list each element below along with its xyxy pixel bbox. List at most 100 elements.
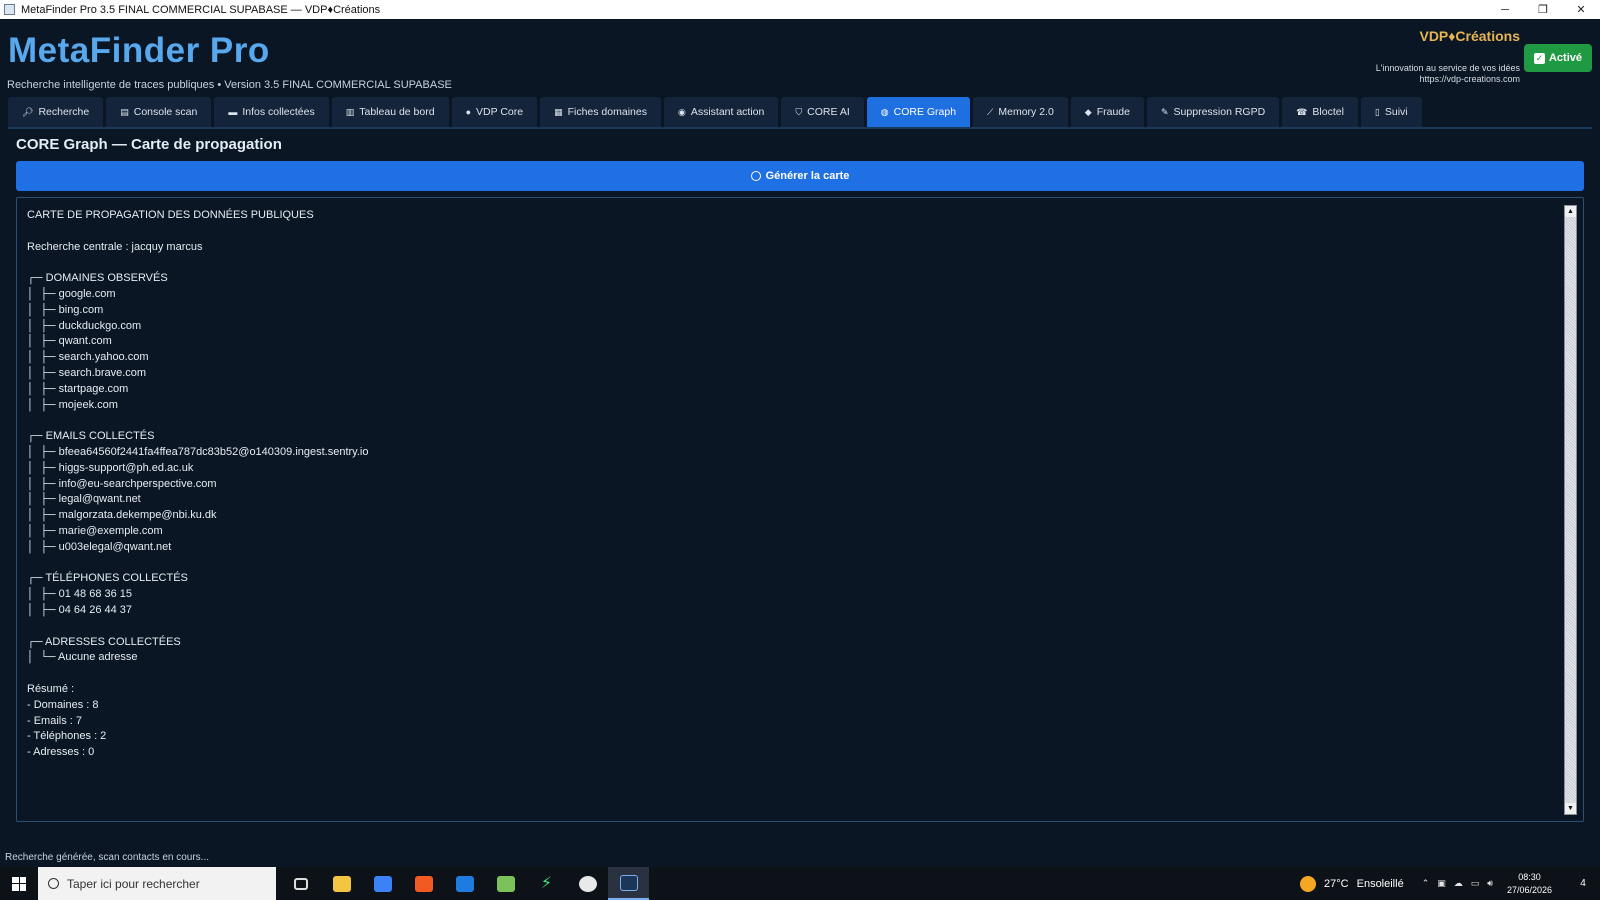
tab-label: Infos collectées — [242, 106, 315, 118]
minimize-icon[interactable]: ─ — [1486, 0, 1524, 19]
bolt-app-icon[interactable]: ⚡ — [526, 867, 567, 900]
taskbar-search-input[interactable]: Taper ici pour rechercher — [38, 867, 276, 900]
globe-icon — [750, 171, 761, 181]
tab-memory-2-0[interactable]: ⟋ Memory 2.0 — [973, 97, 1068, 127]
assistant-icon: ◉ — [677, 106, 686, 117]
weather-label[interactable]: Ensoleillé — [1357, 878, 1404, 890]
core-graph-panel: CORE Graph — Carte de propagation Génére… — [8, 127, 1592, 827]
start-button[interactable] — [0, 867, 38, 900]
console-icon: ▤ — [120, 106, 129, 117]
clock-time: 08:30 — [1518, 871, 1541, 882]
cloud-icon[interactable]: ☁ — [1454, 878, 1463, 889]
generate-map-label: Générer la carte — [765, 170, 850, 182]
tab-assistant-action[interactable]: ◉ Assistant action — [663, 97, 779, 127]
tab-suppression-rgpd[interactable]: ✎ Suppression RGPD — [1147, 97, 1280, 127]
system-tray: 27°C Ensoleillé ⌃ ▣ ☁ ▭ 🔊︎ 08:30 27/06/2… — [1300, 867, 1600, 900]
shield-icon: ⛉ — [795, 106, 803, 117]
network-icon[interactable]: ▭ — [1471, 878, 1480, 889]
tab-recherche[interactable]: 🔎︎ Recherche — [8, 97, 104, 127]
restore-icon[interactable]: ❐ — [1524, 0, 1562, 19]
app-window: MetaFinder Pro Recherche intelligente de… — [0, 19, 1600, 867]
tab-tableau-de-bord[interactable]: ▥ Tableau de bord — [331, 97, 449, 127]
tab-label: Memory 2.0 — [998, 106, 1054, 118]
outlook-icon[interactable] — [444, 867, 485, 900]
output-scrollbar[interactable]: ▲ ▼ — [1564, 205, 1577, 815]
output-line: - Téléphones : 2 — [27, 730, 107, 743]
weather-sun-icon[interactable] — [1300, 875, 1317, 892]
output-line: Recherche centrale : jacquy marcus — [27, 240, 203, 253]
output-line: │ ├─ 01 48 68 36 15 — [27, 588, 133, 601]
task-view-icon[interactable] — [280, 867, 321, 900]
search-icon — [48, 878, 59, 889]
tab-fiches-domaines[interactable]: ▦ Fiches domaines — [540, 97, 661, 127]
output-line: │ ├─ search.yahoo.com — [27, 351, 149, 364]
tab-label: VDP Core — [476, 106, 524, 118]
output-line: │ ├─ startpage.com — [27, 382, 129, 395]
company-website[interactable]: https://vdp-creations.com — [1419, 74, 1520, 84]
tab-console-scan[interactable]: ▤ Console scan — [106, 97, 212, 127]
tab-infos-collect-es[interactable]: ▬ Infos collectées — [214, 97, 329, 127]
output-line: │ ├─ legal@qwant.net — [27, 493, 141, 506]
notification-center-icon[interactable]: 4 — [1566, 867, 1600, 900]
output-line: │ └─ Aucune adresse — [27, 651, 138, 664]
tab-suivi[interactable]: ▯ Suivi — [1360, 97, 1422, 127]
tab-bloctel[interactable]: ☎ Bloctel — [1282, 97, 1358, 127]
active-label: Activé — [1548, 52, 1583, 64]
propagation-map-output[interactable]: CARTE DE PROPAGATION DES DONNÉES PUBLIQU… — [16, 197, 1584, 822]
close-icon[interactable]: ✕ — [1562, 0, 1600, 19]
windows-logo-icon — [12, 876, 26, 891]
license-active-badge: ✓ Activé — [1524, 44, 1592, 72]
scroll-up-icon[interactable]: ▲ — [1565, 206, 1576, 217]
output-line: │ ├─ google.com — [27, 287, 116, 300]
output-line: - Domaines : 8 — [27, 698, 99, 711]
generate-map-button[interactable]: Générer la carte — [16, 161, 1584, 191]
output-line: ┌─ EMAILS COLLECTÉS — [27, 430, 155, 443]
store-icon[interactable] — [362, 867, 403, 900]
taskbar-search-placeholder: Taper ici pour rechercher — [67, 876, 200, 891]
tab-label: CORE Graph — [893, 106, 957, 118]
output-line: ┌─ DOMAINES OBSERVÉS — [27, 272, 168, 285]
tab-label: Console scan — [133, 106, 198, 118]
tab-core-graph[interactable]: ◍ CORE Graph — [866, 97, 971, 127]
core-icon: ● — [465, 107, 471, 117]
domain-icon: ▦ — [554, 106, 563, 117]
tab-fraude[interactable]: ◆ Fraude — [1070, 97, 1144, 127]
tab-vdp-core[interactable]: ● VDP Core — [451, 97, 538, 127]
maps-app-icon[interactable] — [485, 867, 526, 900]
memory-icon: ⟋ — [987, 106, 994, 117]
output-line: │ ├─ marie@exemple.com — [27, 524, 163, 537]
file-explorer-icon[interactable] — [321, 867, 362, 900]
taskbar-apps: ⚡ — [280, 867, 649, 900]
chevron-up-icon[interactable]: ⌃ — [1422, 878, 1430, 889]
chatgpt-icon[interactable] — [567, 867, 608, 900]
output-line: │ ├─ info@eu-searchperspective.com — [27, 477, 217, 490]
panel-title: CORE Graph — Carte de propagation — [16, 136, 282, 153]
scroll-down-icon[interactable]: ▼ — [1565, 803, 1576, 814]
window-title: MetaFinder Pro 3.5 FINAL COMMERCIAL SUPA… — [21, 3, 381, 16]
metafinder-taskbar-icon[interactable] — [608, 867, 649, 900]
output-line: │ ├─ mojeek.com — [27, 398, 118, 411]
clipboard-icon: ▯ — [1374, 106, 1380, 117]
output-line: ┌─ TÉLÉPHONES COLLECTÉS — [27, 572, 188, 585]
output-line: - Emails : 7 — [27, 714, 83, 727]
tab-label: Fiches domaines — [567, 106, 647, 118]
output-line: │ ├─ higgs-support@ph.ed.ac.uk — [27, 461, 194, 474]
app-subtitle: Recherche intelligente de traces publiqu… — [7, 79, 452, 91]
output-line: │ ├─ qwant.com — [27, 335, 112, 348]
taskbar-clock[interactable]: 08:30 27/06/2026 — [1507, 871, 1552, 897]
output-line: │ ├─ duckduckgo.com — [27, 319, 142, 332]
tab-label: CORE AI — [807, 106, 850, 118]
volume-icon[interactable]: 🔊︎ — [1487, 878, 1493, 889]
search-icon: 🔎︎ — [22, 106, 34, 117]
tab-core-ai[interactable]: ⛉ CORE AI — [781, 97, 864, 127]
windows-taskbar: Taper ici pour rechercher ⚡ 27°C Ensolei… — [0, 867, 1600, 900]
brave-browser-icon[interactable] — [403, 867, 444, 900]
weather-temp[interactable]: 27°C — [1324, 878, 1349, 890]
device-icon[interactable]: ▣ — [1437, 878, 1446, 889]
output-line: │ ├─ bing.com — [27, 303, 104, 316]
company-tagline: L'innovation au service de vos idées — [1375, 63, 1520, 73]
